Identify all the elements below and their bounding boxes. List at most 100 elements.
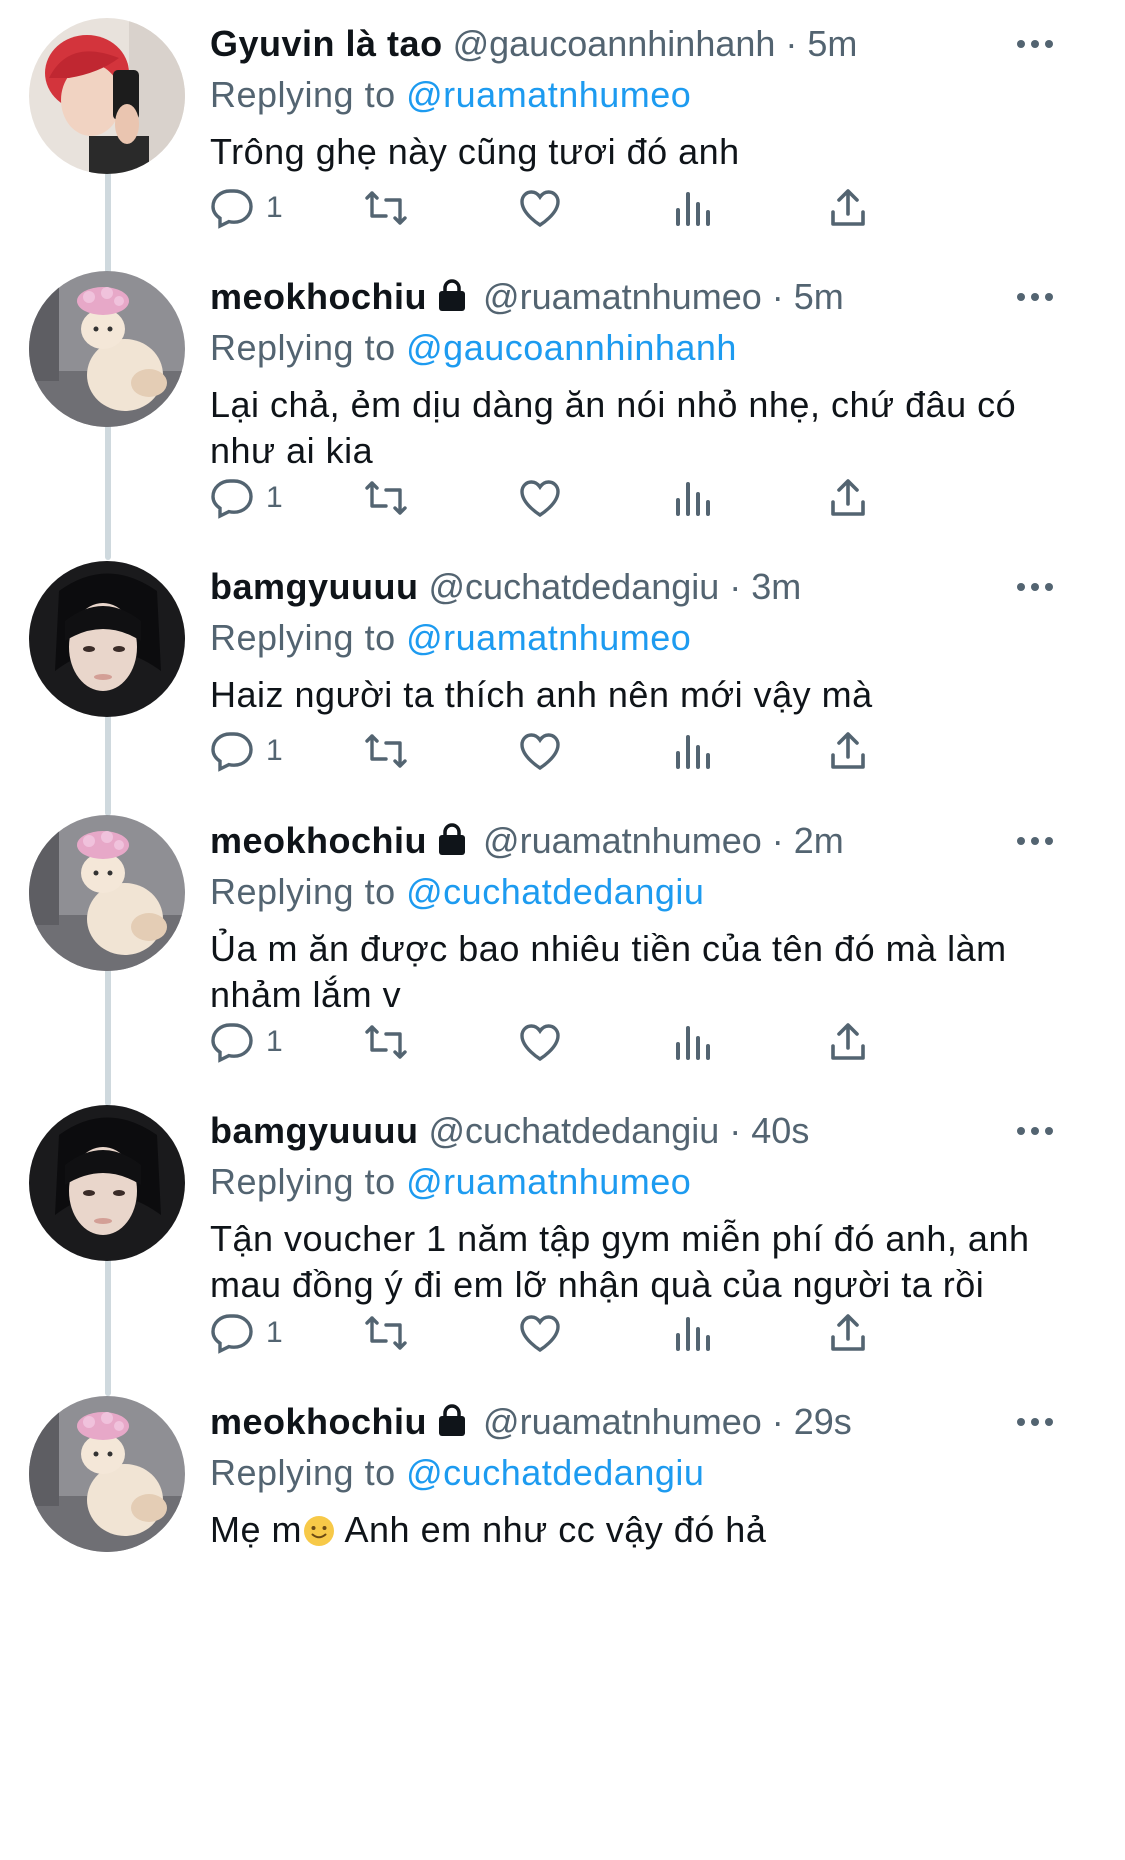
replying-to: Replying to @ruamatnhumeo bbox=[210, 613, 1085, 663]
separator-dot: · bbox=[761, 1401, 794, 1442]
more-options-icon[interactable] bbox=[1013, 1396, 1057, 1448]
slightly-smiling-face-icon bbox=[304, 1516, 334, 1546]
analytics-button[interactable] bbox=[670, 468, 718, 528]
separator-dot: · bbox=[719, 566, 752, 607]
tweet-text-line: Lại chả, ẻm dịu dàng ăn nói nhỏ nhẹ, chứ… bbox=[210, 384, 1017, 425]
mention-link[interactable]: @cuchatdedangiu bbox=[406, 1452, 704, 1493]
reply-icon bbox=[211, 1314, 253, 1354]
retweet-button[interactable] bbox=[362, 468, 410, 528]
share-button[interactable] bbox=[824, 721, 872, 781]
share-icon bbox=[831, 1023, 865, 1060]
like-button[interactable] bbox=[516, 1012, 564, 1072]
retweet-button[interactable] bbox=[362, 1303, 410, 1363]
timestamp[interactable]: 5m bbox=[794, 276, 844, 317]
replying-label: Replying to bbox=[210, 1161, 396, 1202]
display-name[interactable]: bamgyuuuu bbox=[210, 1110, 419, 1151]
display-name[interactable]: bamgyuuuu bbox=[210, 566, 419, 607]
avatar[interactable] bbox=[29, 815, 185, 971]
tweet-text: Trông ghẹ này cũng tươi đó anh bbox=[210, 131, 740, 172]
mention-link[interactable]: @cuchatdedangiu bbox=[406, 871, 704, 912]
heart-icon bbox=[520, 733, 560, 770]
more-options-icon[interactable] bbox=[1013, 561, 1057, 613]
avatar[interactable] bbox=[29, 18, 185, 174]
avatar[interactable] bbox=[29, 561, 185, 717]
reply-icon bbox=[211, 1023, 253, 1063]
share-button[interactable] bbox=[824, 1012, 872, 1072]
thread-line bbox=[105, 412, 111, 560]
analytics-button[interactable] bbox=[670, 1303, 718, 1363]
reply-count: 1 bbox=[266, 1316, 283, 1349]
mention-link[interactable]: @gaucoannhinhanh bbox=[406, 327, 737, 368]
reply-button[interactable]: 1 bbox=[210, 468, 283, 528]
action-bar: 1 bbox=[210, 721, 1010, 781]
tweet-text-line: Tận voucher 1 năm tập gym miễn phí đó an… bbox=[210, 1218, 1030, 1259]
tweet-header: meokhochiu @ruamatnhumeo · 5m bbox=[210, 271, 1085, 323]
thread-line bbox=[105, 955, 111, 1106]
heart-icon bbox=[520, 190, 560, 227]
tweet-text-part: Anh em như cc vậy đó hả bbox=[336, 1509, 767, 1550]
analytics-button[interactable] bbox=[670, 721, 718, 781]
analytics-button[interactable] bbox=[670, 178, 718, 238]
like-button[interactable] bbox=[516, 468, 564, 528]
share-icon bbox=[831, 189, 865, 226]
tweet-header: bamgyuuuu @cuchatdedangiu · 3m bbox=[210, 561, 1085, 613]
mention-link[interactable]: @ruamatnhumeo bbox=[406, 617, 691, 658]
share-button[interactable] bbox=[824, 468, 872, 528]
replying-label: Replying to bbox=[210, 74, 396, 115]
tweet-text: Ủa m ăn được bao nhiêu tiền của tên đó m… bbox=[210, 926, 1085, 1018]
reply-button[interactable]: 1 bbox=[210, 1012, 283, 1072]
handle[interactable]: @cuchatdedangiu bbox=[429, 566, 720, 607]
more-options-icon[interactable] bbox=[1013, 18, 1057, 70]
replying-label: Replying to bbox=[210, 1452, 396, 1493]
timestamp[interactable]: 29s bbox=[794, 1401, 852, 1442]
more-options-icon[interactable] bbox=[1013, 1105, 1057, 1157]
handle[interactable]: @ruamatnhumeo bbox=[483, 276, 762, 317]
more-options-icon[interactable] bbox=[1013, 815, 1057, 867]
share-button[interactable] bbox=[824, 178, 872, 238]
tweet-header: Gyuvin là tao @gaucoannhinhanh · 5m bbox=[210, 18, 1085, 70]
reply-button[interactable]: 1 bbox=[210, 1303, 283, 1363]
mention-link[interactable]: @ruamatnhumeo bbox=[406, 74, 691, 115]
analytics-button[interactable] bbox=[670, 1012, 718, 1072]
retweet-button[interactable] bbox=[362, 1012, 410, 1072]
share-icon bbox=[831, 732, 865, 769]
tweet-header: meokhochiu @ruamatnhumeo · 2m bbox=[210, 815, 1085, 867]
reply-icon bbox=[211, 479, 253, 519]
reply-count: 1 bbox=[266, 191, 283, 224]
reply-button[interactable]: 1 bbox=[210, 721, 283, 781]
analytics-icon bbox=[676, 1317, 710, 1351]
display-name[interactable]: meokhochiu bbox=[210, 276, 427, 317]
more-options-icon[interactable] bbox=[1013, 271, 1057, 323]
retweet-button[interactable] bbox=[362, 178, 410, 238]
analytics-icon bbox=[676, 192, 710, 226]
separator-dot: · bbox=[775, 23, 808, 64]
retweet-icon bbox=[365, 734, 407, 768]
display-name[interactable]: meokhochiu bbox=[210, 820, 427, 861]
like-button[interactable] bbox=[516, 178, 564, 238]
retweet-button[interactable] bbox=[362, 721, 410, 781]
timestamp[interactable]: 40s bbox=[751, 1110, 809, 1151]
handle[interactable]: @ruamatnhumeo bbox=[483, 1401, 762, 1442]
display-name[interactable]: meokhochiu bbox=[210, 1401, 427, 1442]
reply-icon bbox=[211, 732, 253, 772]
handle[interactable]: @cuchatdedangiu bbox=[429, 1110, 720, 1151]
like-button[interactable] bbox=[516, 721, 564, 781]
replying-label: Replying to bbox=[210, 871, 396, 912]
like-button[interactable] bbox=[516, 1303, 564, 1363]
tweet-text: Tận voucher 1 năm tập gym miễn phí đó an… bbox=[210, 1216, 1085, 1308]
separator-dot: · bbox=[761, 820, 794, 861]
replying-to: Replying to @cuchatdedangiu bbox=[210, 867, 1085, 917]
avatar[interactable] bbox=[29, 1105, 185, 1261]
handle[interactable]: @gaucoannhinhanh bbox=[453, 23, 776, 64]
handle[interactable]: @ruamatnhumeo bbox=[483, 820, 762, 861]
timestamp[interactable]: 3m bbox=[751, 566, 801, 607]
mention-link[interactable]: @ruamatnhumeo bbox=[406, 1161, 691, 1202]
share-button[interactable] bbox=[824, 1303, 872, 1363]
lock-icon bbox=[439, 1404, 466, 1436]
display-name[interactable]: Gyuvin là tao bbox=[210, 23, 443, 64]
avatar[interactable] bbox=[29, 271, 185, 427]
reply-button[interactable]: 1 bbox=[210, 178, 283, 238]
timestamp[interactable]: 2m bbox=[794, 820, 844, 861]
timestamp[interactable]: 5m bbox=[807, 23, 857, 64]
avatar[interactable] bbox=[29, 1396, 185, 1552]
